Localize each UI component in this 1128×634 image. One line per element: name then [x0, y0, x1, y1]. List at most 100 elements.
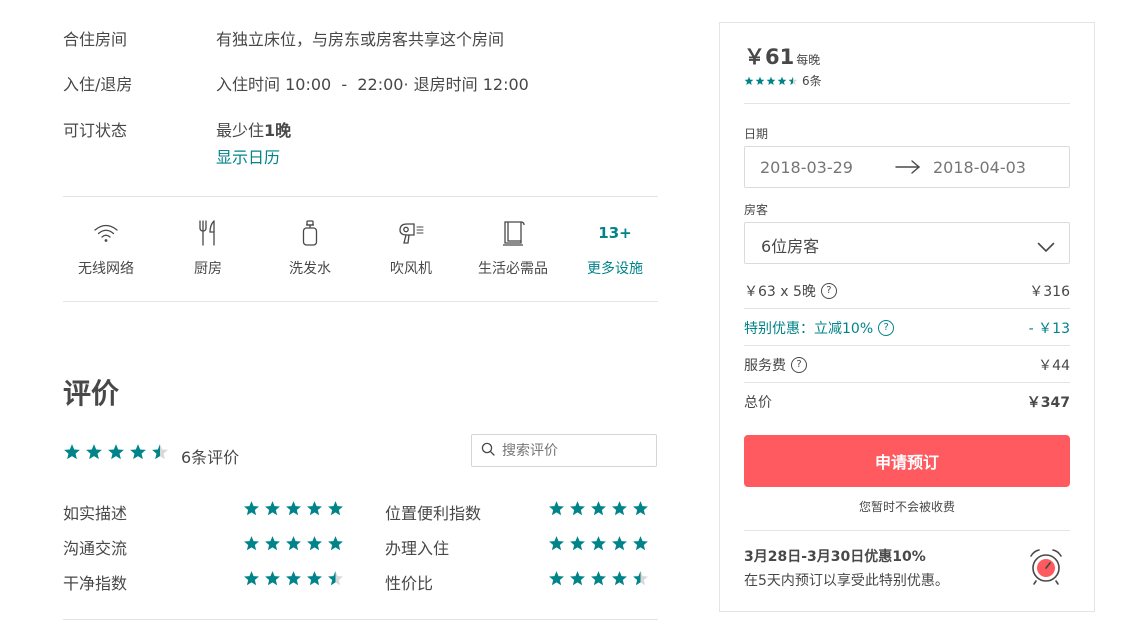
rating-category-location: 位置便利指数 [385, 504, 482, 523]
review-count: 6条评价 [181, 448, 240, 467]
rating-category-accuracy: 如实描述 [63, 504, 128, 523]
guests-select[interactable]: 6位房客 [744, 222, 1070, 264]
star-icon [307, 571, 322, 586]
star-icon [591, 571, 606, 586]
room-type-value: 有独立床位，与房东或房客共享这个房间 [216, 30, 505, 49]
amenity-label: 洗发水 [289, 261, 331, 277]
line-value: - ￥13 [1028, 321, 1070, 337]
star-icon [612, 536, 627, 551]
star-icon [612, 501, 627, 516]
star-icon [328, 501, 343, 516]
star-icon [86, 444, 102, 460]
star-icon [633, 571, 648, 586]
rating-stars-cleanliness [243, 570, 344, 591]
overall-rating-stars [63, 443, 169, 465]
show-calendar-link[interactable]: 显示日历 [216, 144, 280, 168]
rating-category-checkin: 办理入住 [385, 539, 450, 558]
star-icon [130, 444, 146, 460]
rating-stars-location [548, 500, 649, 521]
amenity-label: 无线网络 [78, 261, 134, 277]
star-icon [307, 536, 322, 551]
checkout-date-input[interactable]: 2018-04-03 [933, 158, 1026, 177]
promo-title: 3月28日-3月30日优惠10% [744, 549, 926, 565]
checkin-to: 22:00 [357, 75, 404, 94]
star-icon [633, 536, 648, 551]
checkin-date-input[interactable]: 2018-03-29 [760, 158, 853, 177]
rating-category-communication: 沟通交流 [63, 539, 128, 558]
line-label: 特别优惠：立减10% [744, 321, 874, 337]
rating-stars-accuracy [243, 500, 344, 521]
star-icon [64, 444, 80, 460]
rating-category-cleanliness: 干净指数 [63, 574, 128, 593]
price-line-nights: ￥63 x 5晚? ￥316 [744, 271, 1070, 309]
help-icon[interactable]: ? [820, 283, 837, 299]
promo-description: 在5天内预订以享受此特别优惠。 [744, 573, 949, 589]
price-line-discount: 特别优惠：立减10%? - ￥13 [744, 308, 1070, 346]
checkout-text: · 退房时间 [403, 75, 483, 94]
star-icon [265, 501, 280, 516]
star-icon [108, 444, 124, 460]
star-icon [265, 536, 280, 551]
help-icon[interactable]: ? [791, 357, 807, 373]
card-rating-stars [744, 76, 798, 86]
star-icon [755, 76, 765, 85]
star-icon [307, 501, 322, 516]
star-icon [612, 571, 627, 586]
checkin-text: 入住时间 [216, 75, 286, 94]
checkin-value: 入住时间 10:00 - 22:00· 退房时间 12:00 [216, 71, 529, 95]
card-rating[interactable]: 6条 [744, 72, 822, 89]
amenity-label: 厨房 [194, 261, 222, 277]
total-label: 总价 [744, 395, 772, 411]
price-line-service-fee: 服务费? ￥44 [744, 345, 1070, 383]
star-icon [570, 536, 585, 551]
min-stay-value: 1晚 [264, 121, 292, 140]
search-reviews-box [471, 434, 657, 467]
rating-stars-checkin [548, 535, 649, 556]
more-amenities-link[interactable]: 13+ 更多设施 [565, 218, 665, 278]
amenity-wifi: 无线网络 [56, 218, 156, 278]
checkin-from: 10:00 [285, 75, 332, 94]
kitchen-icon [158, 218, 258, 248]
star-icon [570, 501, 585, 516]
date-label: 日期 [744, 127, 769, 141]
rating-stars-communication [243, 535, 344, 556]
star-icon [788, 76, 798, 85]
search-icon [481, 441, 495, 460]
availability-label: 可订状态 [63, 121, 128, 140]
price-unit: 每晚 [796, 53, 821, 67]
checkin-sep: - [331, 75, 358, 94]
help-icon[interactable]: ? [878, 320, 895, 336]
price-amount: ￥61 [744, 45, 795, 69]
line-label: 服务费 [744, 358, 786, 374]
search-reviews-input[interactable] [500, 441, 654, 460]
more-amenities-label: 更多设施 [587, 261, 643, 277]
alarm-clock-icon [1026, 547, 1066, 591]
no-charge-note: 您暂时不会被收费 [858, 500, 955, 514]
price-line-total: 总价 ￥347 [744, 382, 1070, 419]
star-icon [591, 501, 606, 516]
star-icon [286, 571, 301, 586]
checkout-time: 12:00 [482, 75, 529, 94]
star-icon [244, 501, 259, 516]
more-amenities-count: 13+ [598, 224, 632, 242]
min-stay: 最少住1晚 [216, 117, 291, 141]
amenity-label: 生活必需品 [478, 261, 548, 277]
star-icon [570, 571, 585, 586]
room-type-label: 合住房间 [63, 30, 128, 49]
rating-category-value: 性价比 [385, 574, 434, 593]
star-icon [265, 571, 280, 586]
star-icon [777, 76, 787, 85]
line-value: ￥316 [1029, 284, 1070, 300]
star-icon [549, 571, 564, 586]
request-booking-button[interactable]: 申请预订 [744, 435, 1070, 487]
chevron-down-icon [1037, 238, 1055, 257]
star-icon [744, 76, 754, 85]
guests-value: 6位房客 [761, 237, 820, 256]
amenity-label: 吹风机 [390, 261, 432, 277]
star-icon [286, 501, 301, 516]
guests-label: 房客 [744, 203, 769, 217]
arrow-right-icon [895, 159, 921, 179]
card-review-count: 6条 [802, 74, 822, 88]
star-icon [328, 536, 343, 551]
star-icon [328, 571, 343, 586]
